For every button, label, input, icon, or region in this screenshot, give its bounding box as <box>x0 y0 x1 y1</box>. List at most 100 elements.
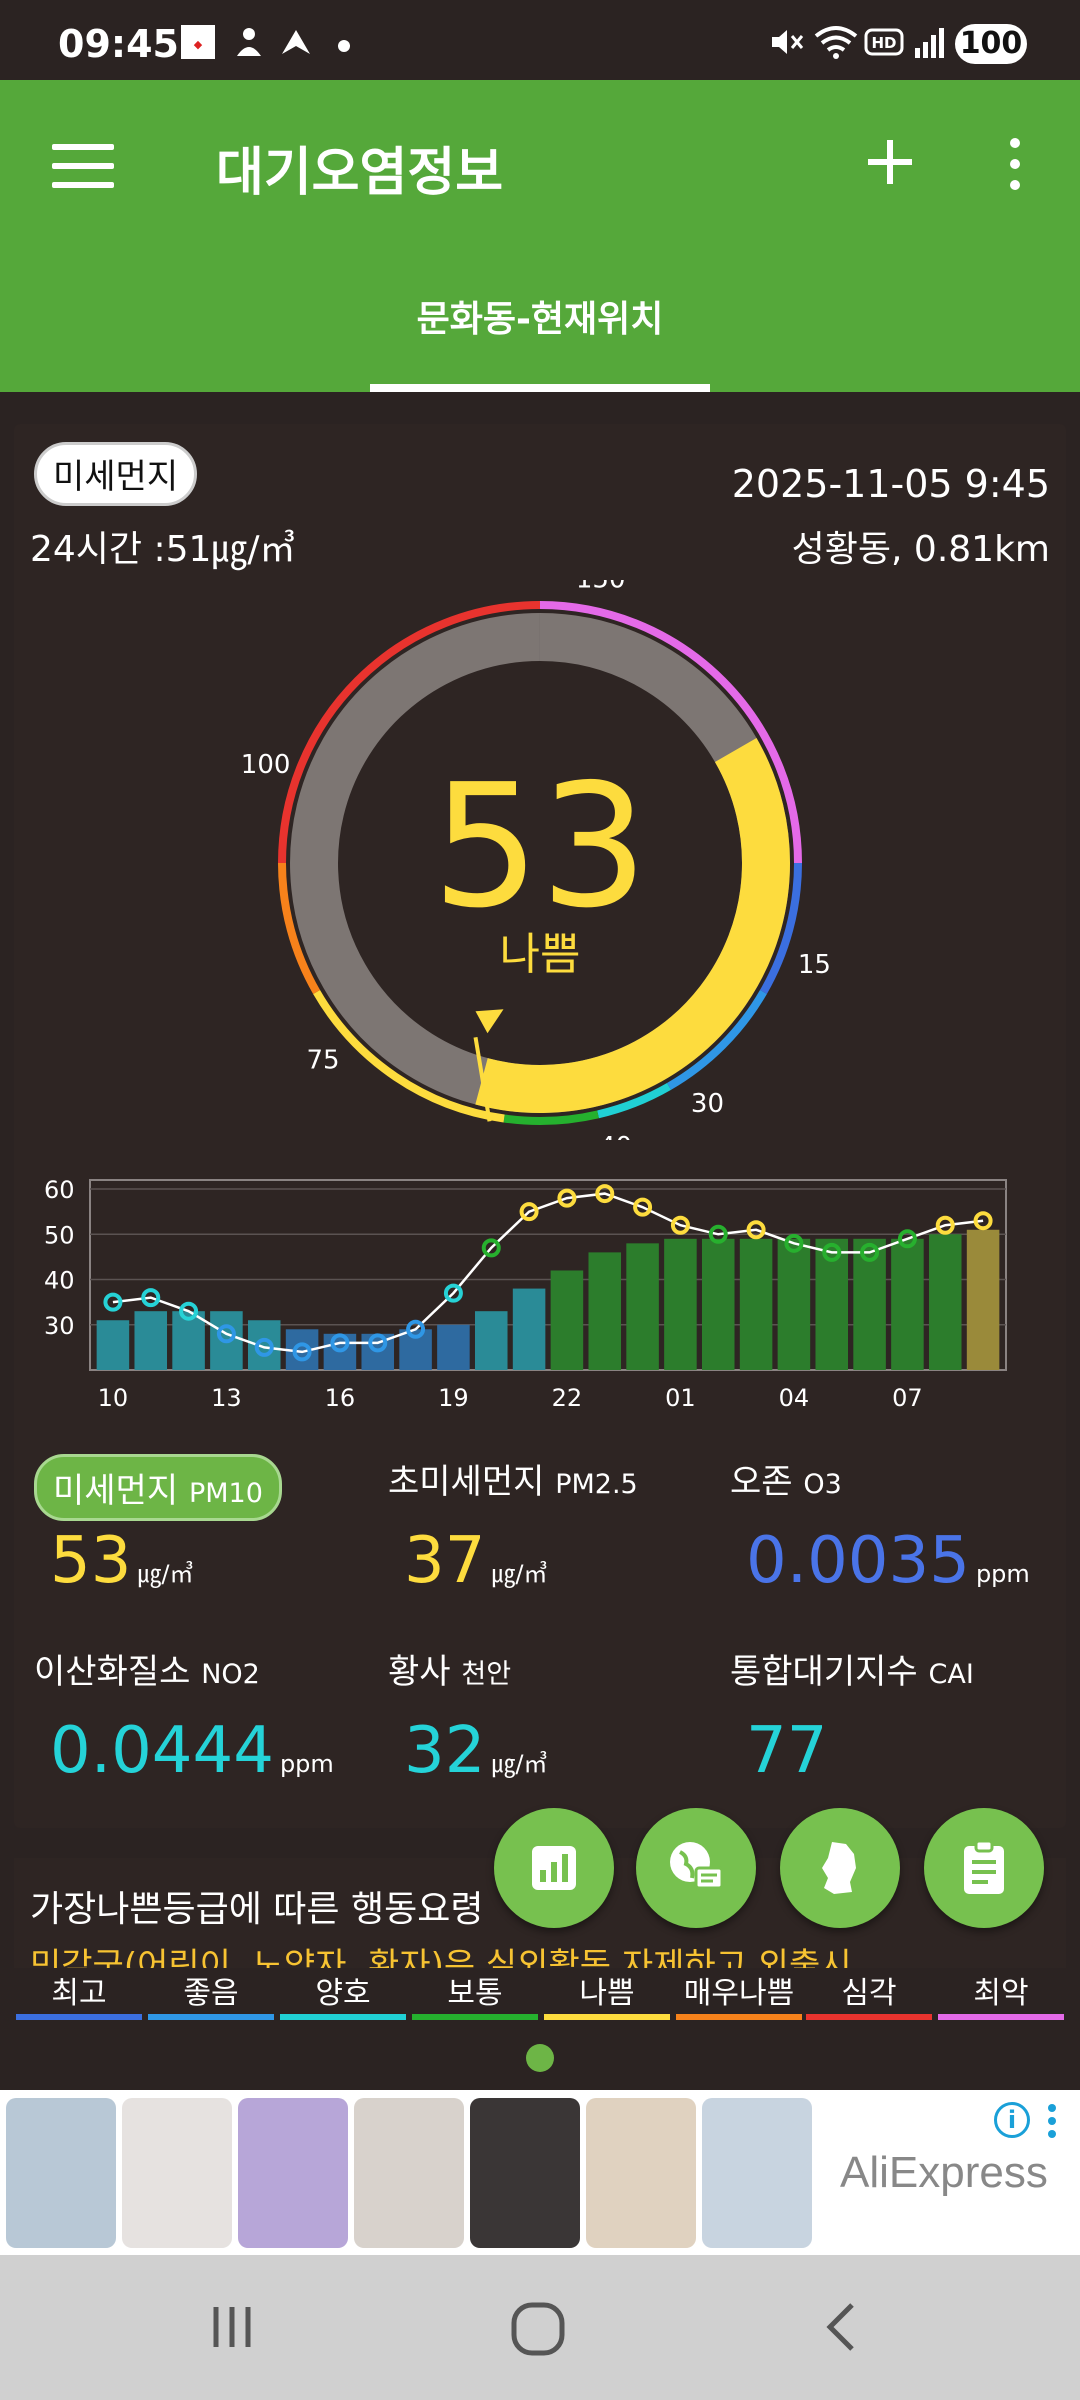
more-options-button[interactable] <box>1000 138 1030 198</box>
gauge-tick-label: 15 <box>798 950 831 980</box>
chart-bar <box>474 1311 508 1370</box>
ad-product-image[interactable] <box>354 2098 464 2248</box>
metric-label[interactable]: 황사 천안 <box>388 1644 511 1693</box>
metric-subname: 천안 <box>461 1659 512 1690</box>
metric-label[interactable]: 미세먼지 PM10 <box>34 1454 282 1521</box>
clipboard-icon <box>964 1839 1004 1894</box>
world-map-fab-button[interactable] <box>636 1808 756 1928</box>
korea-map-icon <box>822 1842 856 1894</box>
chart-y-tick: 40 <box>44 1267 75 1295</box>
metric-number: 32 <box>404 1714 486 1788</box>
chart-bar <box>626 1243 659 1370</box>
grade-legend: 최고 좋음 양호 보통 나쁨 매우나쁨 심각 최악 <box>0 1968 1080 2028</box>
chart-fab-button[interactable] <box>494 1808 614 1928</box>
chart-bar <box>588 1252 622 1370</box>
legend-color-bar <box>16 2014 142 2020</box>
app-notification-icon: ◆ <box>181 25 215 59</box>
chart-x-tick: 04 <box>779 1384 810 1412</box>
page-indicator-dot <box>526 2044 554 2072</box>
metric-number: 37 <box>404 1524 486 1598</box>
bar-chart-icon <box>532 1846 576 1890</box>
ad-brand[interactable]: AliExpress <box>840 2148 1048 2198</box>
gauge-grade: 나쁨 <box>499 929 581 980</box>
legend-color-bar <box>676 2014 802 2020</box>
clipboard-fab-button[interactable] <box>924 1808 1044 1928</box>
metric-label[interactable]: 이산화질소 NO2 <box>34 1644 260 1693</box>
legend-color-bar <box>806 2014 932 2020</box>
home-icon[interactable] <box>508 2299 568 2359</box>
legend-label: 최고 <box>51 1976 107 2011</box>
metric-subname: PM2.5 <box>555 1469 638 1500</box>
chart-bar <box>739 1238 773 1370</box>
korea-map-fab-button[interactable] <box>780 1808 900 1928</box>
app-bar: 대기오염정보 문화동-현재위치 <box>0 80 1080 392</box>
metric-subname: NO2 <box>201 1659 260 1690</box>
metric-subname: CAI <box>928 1659 974 1690</box>
metric-unit: ppm <box>279 1750 334 1778</box>
recent-apps-icon[interactable] <box>204 2299 260 2355</box>
metric-unit: ㎍/㎥ <box>491 1560 548 1588</box>
metric-value: 37 ㎍/㎥ <box>404 1524 548 1598</box>
menu-button[interactable] <box>52 144 114 194</box>
ad-product-image[interactable] <box>122 2098 232 2248</box>
metric-subname: PM10 <box>188 1478 263 1509</box>
tab-current-location[interactable]: 문화동-현재위치 <box>370 290 710 342</box>
chart-bar <box>966 1229 1000 1370</box>
chart-bar <box>134 1311 168 1370</box>
metric-value: 0.0035 ppm <box>746 1524 1030 1598</box>
chart-bar <box>928 1234 962 1370</box>
mute-icon <box>772 30 804 54</box>
hourly-chart: 60 50 40 30 10 13 16 19 22 01 04 07 <box>44 1176 1007 1412</box>
chart-bar <box>96 1320 130 1370</box>
chart-y-tick: 50 <box>44 1221 75 1249</box>
wifi-icon <box>814 26 858 59</box>
legend-label: 보통 <box>447 1976 503 2011</box>
chart-bar <box>664 1238 697 1370</box>
metric-number: 0.0444 <box>50 1714 274 1788</box>
signal-icon <box>915 28 944 58</box>
gauge-tick-label: 100 <box>241 750 291 780</box>
legend-label: 나쁨 <box>579 1976 635 2011</box>
ad-product-image[interactable] <box>6 2098 116 2248</box>
legend-label: 매우나쁨 <box>683 1976 795 2011</box>
legend-label: 심각 <box>841 1976 897 2011</box>
metric-value: 53 ㎍/㎥ <box>50 1524 194 1598</box>
add-location-button[interactable] <box>862 134 918 190</box>
ad-product-image[interactable] <box>586 2098 696 2248</box>
system-nav-bar <box>0 2255 1080 2400</box>
metric-label[interactable]: 초미세먼지 PM2.5 <box>388 1454 638 1503</box>
back-icon[interactable] <box>814 2299 870 2355</box>
ad-more-icon[interactable] <box>1048 2104 1058 2144</box>
chart-line <box>112 1192 984 1354</box>
ad-product-image[interactable] <box>702 2098 812 2248</box>
metric-name: 미세먼지 <box>53 1471 189 1511</box>
status-bar: 09:45 ◆ HD 100 <box>0 0 1080 80</box>
measurement-datetime: 2025-11-05 9:45 <box>731 462 1050 506</box>
metric-unit: ppm <box>975 1560 1030 1588</box>
station-distance: 성황동, 0.81km <box>791 529 1050 570</box>
action-title: 가장나쁜등급에 따른 행동요령 <box>30 1889 484 1930</box>
ad-product-image[interactable] <box>238 2098 348 2248</box>
hd-voice-icon: HD <box>864 28 904 56</box>
ad-product-image[interactable] <box>470 2098 580 2248</box>
metric-value: 0.0444 ppm <box>50 1714 334 1788</box>
metric-number: 77 <box>746 1714 828 1788</box>
metric-subname: O3 <box>803 1469 842 1500</box>
status-time: 09:45 <box>58 22 179 66</box>
metric-name: 초미세먼지 <box>388 1462 556 1502</box>
metric-label[interactable]: 통합대기지수 CAI <box>730 1644 974 1693</box>
pollutant-pill[interactable]: 미세먼지 <box>34 442 198 506</box>
legend-color-bar <box>938 2014 1064 2020</box>
chart-x-tick: 19 <box>438 1384 469 1412</box>
metric-label[interactable]: 오존 O3 <box>730 1454 842 1503</box>
ad-banner[interactable]: AliExpress i <box>0 2090 1080 2255</box>
average-24h: 24시간 :51㎍/㎥ <box>30 529 296 570</box>
metric-unit: ㎍/㎥ <box>491 1750 548 1778</box>
chart-y-tick: 30 <box>44 1312 75 1340</box>
metric-value: 32 ㎍/㎥ <box>404 1714 548 1788</box>
ad-info-icon[interactable]: i <box>994 2102 1030 2138</box>
legend-label: 좋음 <box>183 1976 239 2011</box>
metric-unit: ㎍/㎥ <box>137 1560 194 1588</box>
svg-text:HD: HD <box>871 34 896 52</box>
chart-x-tick: 22 <box>552 1384 583 1412</box>
